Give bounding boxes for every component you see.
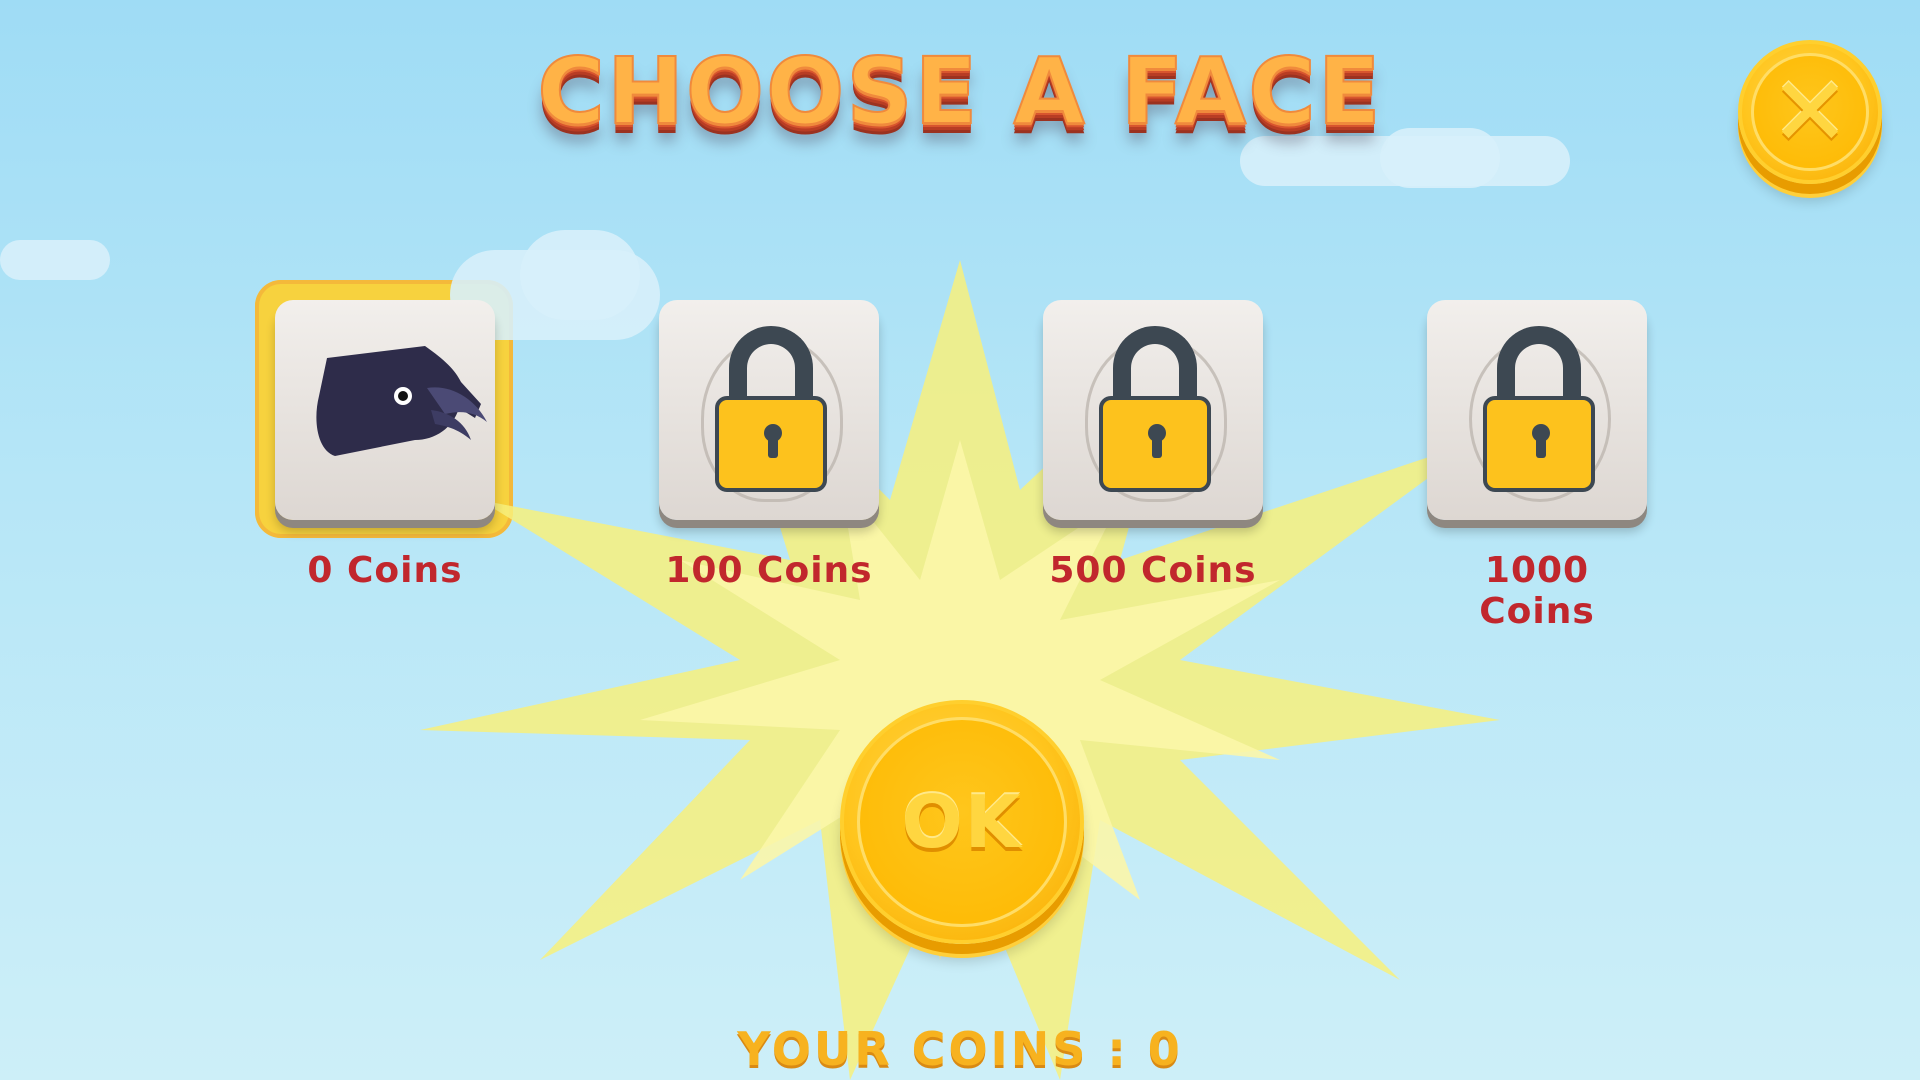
- raven-face-icon: [316, 346, 487, 456]
- ok-coin-face: OK: [857, 717, 1067, 927]
- face-option-locked-1000[interactable]: 1000 Coins: [1425, 300, 1649, 632]
- sunburst-decoration: [420, 260, 1500, 1080]
- padlock-icon: [715, 396, 827, 492]
- close-button[interactable]: ✕: [1738, 40, 1882, 184]
- face-option-raven[interactable]: 0 Coins: [255, 280, 513, 591]
- face-tile: [255, 280, 513, 538]
- face-price: 1000 Coins: [1479, 550, 1595, 632]
- face-option-locked-100[interactable]: 100 Coins: [657, 300, 881, 591]
- face-option-locked-500[interactable]: 500 Coins: [1041, 300, 1265, 591]
- cloud: [0, 240, 110, 280]
- face-tile: [1043, 300, 1263, 520]
- padlock-icon: [1483, 396, 1595, 492]
- face-price: 500 Coins: [1049, 550, 1257, 591]
- face-tile: [659, 300, 879, 520]
- coin-balance: YOUR COINS : 0: [737, 1022, 1183, 1076]
- ok-label: OK: [901, 780, 1023, 864]
- close-coin-face: ✕: [1751, 53, 1869, 171]
- face-price: 100 Coins: [665, 550, 873, 591]
- ok-button[interactable]: OK: [840, 700, 1084, 944]
- face-price: 0 Coins: [307, 550, 463, 591]
- close-x-icon: ✕: [1769, 56, 1851, 168]
- padlock-icon: [1099, 396, 1211, 492]
- page-title: CHOOSE A FACE: [536, 37, 1383, 146]
- face-tile: [1427, 300, 1647, 520]
